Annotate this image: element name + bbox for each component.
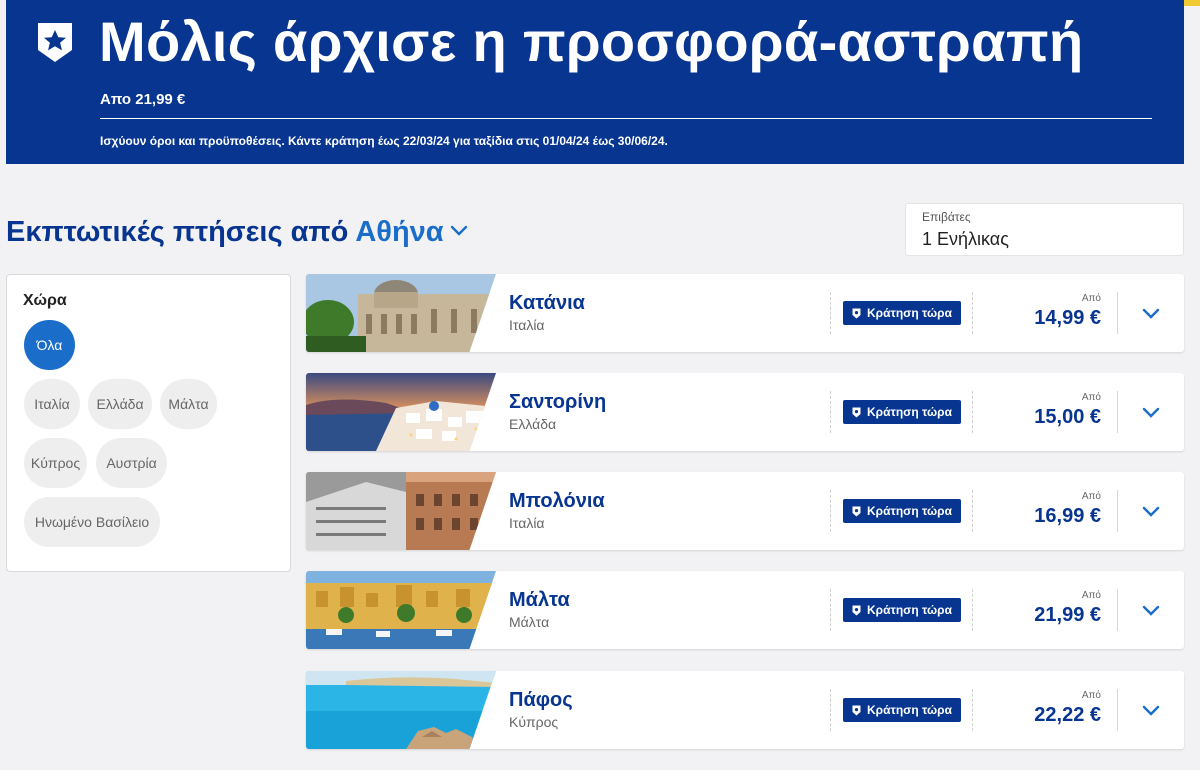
flash-sale-banner: Μόλις άρχισε η προσφορά-αστραπή Απο 21,9… — [6, 0, 1184, 164]
price-value: 21,99 € — [1034, 604, 1101, 626]
price-value: 22,22 € — [1034, 704, 1101, 726]
divider — [972, 490, 973, 532]
destination-photo — [306, 571, 496, 649]
destination-country: Μάλτα — [509, 614, 550, 630]
country-filter-label: Χώρα — [23, 292, 67, 309]
destination-card[interactable]: Μπολόνια Ιταλία Κράτηση τώρα Από 16,99 € — [306, 472, 1184, 550]
origin-city-selector[interactable]: Αθήνα — [355, 216, 467, 248]
destination-city: Μπολόνια — [509, 490, 605, 512]
destination-city: Κατάνια — [509, 292, 585, 314]
divider — [1117, 689, 1118, 731]
divider — [1117, 589, 1118, 631]
book-now-label: Κράτηση τώρα — [867, 703, 952, 717]
filter-chip-all[interactable]: Όλα — [24, 320, 75, 370]
destination-card[interactable]: Σαντορίνη Ελλάδα Κράτηση τώρα Από 15,00 … — [306, 373, 1184, 451]
book-now-button[interactable]: Κράτηση τώρα — [843, 499, 961, 523]
destination-country: Κύπρος — [509, 714, 559, 730]
book-now-label: Κράτηση τώρα — [867, 405, 952, 419]
divider — [830, 689, 831, 731]
shield-icon — [852, 705, 861, 715]
banner-from-price: Απο 21,99 € — [100, 91, 186, 108]
shield-icon — [852, 605, 861, 615]
destination-city: Σαντορίνη — [509, 391, 607, 413]
chevron-down-icon[interactable] — [1139, 499, 1163, 523]
destination-city: Μάλτα — [509, 589, 570, 611]
destination-country: Ελλάδα — [509, 416, 557, 432]
passengers-label: Επιβάτες — [922, 210, 971, 224]
price-from-label: Από — [1081, 491, 1101, 502]
filter-chip-uk[interactable]: Ηνωμένο Βασίλειο — [24, 497, 160, 547]
shield-icon — [852, 407, 861, 417]
filter-chip-malta[interactable]: Μάλτα — [160, 379, 217, 429]
book-now-button[interactable]: Κράτηση τώρα — [843, 698, 961, 722]
shield-icon — [852, 506, 861, 516]
destination-photo — [306, 472, 496, 550]
star-shield-icon — [38, 23, 72, 62]
destination-photo — [306, 274, 496, 352]
divider — [830, 589, 831, 631]
passengers-value: 1 Ενήλικας — [922, 229, 1009, 249]
passengers-selector[interactable]: Επιβάτες 1 Ενήλικας — [905, 203, 1184, 256]
book-now-label: Κράτηση τώρα — [867, 306, 952, 320]
divider — [830, 292, 831, 334]
destination-photo — [306, 671, 496, 749]
price-from-label: Από — [1081, 392, 1101, 403]
destination-country: Ιταλία — [509, 515, 545, 531]
price-value: 15,00 € — [1034, 406, 1101, 428]
filter-chip-greece[interactable]: Ελλάδα — [88, 379, 152, 429]
chevron-down-icon[interactable] — [1139, 301, 1163, 325]
book-now-button[interactable]: Κράτηση τώρα — [843, 400, 961, 424]
country-filter-panel: Χώρα Όλα Ιταλία Ελλάδα Μάλτα Κύπρος Αυστ… — [6, 274, 291, 572]
divider — [1117, 391, 1118, 433]
top-accent-bar — [1182, 0, 1200, 6]
price-value: 16,99 € — [1034, 505, 1101, 527]
banner-terms: Ισχύουν όροι και προϋποθέσεις. Κάντε κρά… — [100, 134, 668, 148]
chevron-down-icon[interactable] — [1139, 598, 1163, 622]
filter-chip-cyprus[interactable]: Κύπρος — [24, 438, 87, 488]
divider — [972, 292, 973, 334]
destination-city: Πάφος — [509, 689, 573, 711]
destination-photo — [306, 373, 496, 451]
book-now-label: Κράτηση τώρα — [867, 603, 952, 617]
price-value: 14,99 € — [1034, 307, 1101, 329]
shield-icon — [852, 308, 861, 318]
filter-chip-austria[interactable]: Αυστρία — [96, 438, 167, 488]
destination-card[interactable]: Πάφος Κύπρος Κράτηση τώρα Από 22,22 € — [306, 671, 1184, 749]
price-from-label: Από — [1081, 690, 1101, 701]
destination-card[interactable]: Κατάνια Ιταλία Κράτηση τώρα Από 14,99 € — [306, 274, 1184, 352]
book-now-button[interactable]: Κράτηση τώρα — [843, 598, 961, 622]
book-now-button[interactable]: Κράτηση τώρα — [843, 301, 961, 325]
chevron-down-icon[interactable] — [1139, 400, 1163, 424]
filter-chip-italy[interactable]: Ιταλία — [24, 379, 80, 429]
page-heading: Εκπτωτικές πτήσεις από Αθήνα — [6, 216, 468, 249]
divider — [1117, 292, 1118, 334]
origin-city-label: Αθήνα — [355, 216, 444, 248]
destination-card[interactable]: Μάλτα Μάλτα Κράτηση τώρα Από 21,99 € — [306, 571, 1184, 649]
book-now-label: Κράτηση τώρα — [867, 504, 952, 518]
divider — [972, 589, 973, 631]
banner-title: Μόλις άρχισε η προσφορά-αστραπή — [99, 10, 1084, 73]
divider — [972, 689, 973, 731]
price-from-label: Από — [1081, 293, 1101, 304]
divider — [830, 391, 831, 433]
divider — [830, 490, 831, 532]
price-from-label: Από — [1081, 590, 1101, 601]
heading-prefix: Εκπτωτικές πτήσεις από — [6, 216, 356, 248]
divider — [1117, 490, 1118, 532]
divider — [972, 391, 973, 433]
chevron-down-icon — [450, 226, 467, 237]
destination-country: Ιταλία — [509, 317, 545, 333]
chevron-down-icon[interactable] — [1139, 698, 1163, 722]
banner-divider — [100, 118, 1152, 119]
